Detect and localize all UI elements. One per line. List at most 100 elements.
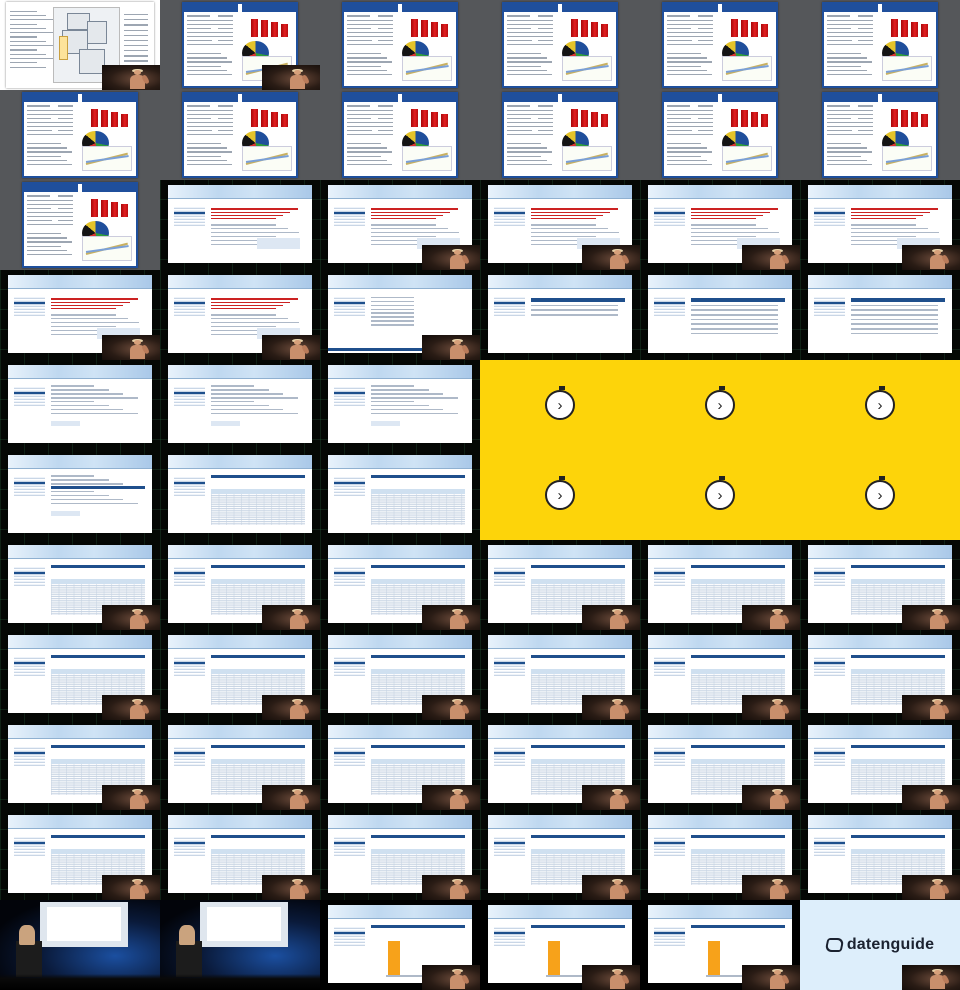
legend-line <box>124 29 149 31</box>
chart-bar <box>601 113 609 127</box>
text-line <box>347 40 372 42</box>
text-line <box>217 113 234 115</box>
chart-bar <box>891 18 898 37</box>
thumbnail-cell <box>320 0 480 90</box>
projected-slide <box>207 907 281 942</box>
text-line <box>857 113 874 115</box>
text-line <box>537 125 554 128</box>
chart-bar <box>121 113 129 127</box>
table-title-bar <box>851 745 945 749</box>
info-box <box>257 238 301 249</box>
text-line <box>10 49 38 51</box>
text-line <box>537 109 554 111</box>
text-line <box>537 130 554 132</box>
line-chart <box>562 56 612 82</box>
sidebar-nav <box>333 386 366 418</box>
form-line <box>51 502 138 505</box>
text-line <box>347 61 393 63</box>
text-line <box>857 117 874 119</box>
result-row <box>691 332 778 335</box>
text-line <box>827 163 873 165</box>
form-line <box>51 475 95 477</box>
thumbnail-cell <box>0 90 160 180</box>
table-title-bar <box>211 475 305 479</box>
thumbnail-cell <box>480 720 640 810</box>
sidebar-item <box>653 223 686 226</box>
browser-window <box>8 455 152 533</box>
list-line <box>371 312 415 314</box>
sidebar-nav <box>493 296 526 328</box>
thumbnail-cell <box>800 810 960 900</box>
text-line <box>57 130 74 132</box>
text-line <box>51 317 128 320</box>
speaker-video-inset <box>582 604 640 630</box>
notice-text <box>371 214 444 217</box>
section-header-politik <box>344 94 398 103</box>
text-line <box>851 227 928 230</box>
audience <box>160 973 320 990</box>
text-line <box>667 147 707 149</box>
chart-bar <box>111 202 119 217</box>
text-line <box>827 143 861 145</box>
text-line <box>211 325 276 328</box>
stopwatch-play-icon: › <box>705 476 735 510</box>
text-line <box>537 117 554 119</box>
text-line <box>57 195 74 197</box>
chart-bar <box>581 110 588 127</box>
text-line <box>377 130 394 132</box>
text-line <box>507 31 539 34</box>
text-line <box>827 134 860 136</box>
text-line <box>537 19 554 21</box>
text-line <box>827 105 850 107</box>
text-line <box>667 121 699 124</box>
text-line <box>217 121 234 124</box>
thumbnail-cell: › <box>640 450 800 540</box>
result-row <box>851 309 938 311</box>
section-header-wirtschaft <box>402 4 456 13</box>
text-line <box>347 73 393 75</box>
browser-window <box>168 185 312 263</box>
text-line <box>697 125 714 128</box>
table-title-bar <box>211 835 305 839</box>
text-line <box>57 203 74 205</box>
list-line <box>371 316 415 318</box>
speaker-video-inset <box>902 244 960 270</box>
speaker-video-inset <box>582 964 640 990</box>
text-line <box>507 73 553 75</box>
sidebar-nav <box>493 206 526 238</box>
browser-window <box>8 365 152 443</box>
text-line <box>57 105 74 107</box>
text-line <box>537 44 554 46</box>
site-header <box>328 365 472 380</box>
form-line <box>371 408 444 411</box>
text-line <box>187 44 220 46</box>
text-line <box>377 113 394 115</box>
audience <box>0 973 160 990</box>
chart-bar <box>431 22 439 37</box>
text-line <box>27 105 50 107</box>
podium <box>16 940 42 977</box>
form-line <box>211 400 255 403</box>
thumbnail-cell <box>0 900 160 990</box>
text-line <box>537 35 554 38</box>
text-line <box>667 134 700 136</box>
text-line <box>827 31 859 34</box>
text-line <box>57 224 74 226</box>
text-line <box>697 44 714 46</box>
chart-bar <box>761 113 769 127</box>
sidebar-nav <box>813 206 846 238</box>
datenguide-logo-text: datenguide <box>846 936 935 953</box>
data-table <box>371 494 465 526</box>
section-header-politik <box>664 94 718 103</box>
sidebar-item <box>493 583 526 586</box>
legend-line <box>124 39 149 42</box>
text-line <box>857 23 874 25</box>
text-line <box>217 117 234 119</box>
text-line <box>57 211 74 214</box>
text-line <box>57 109 74 111</box>
statistics-profile-page <box>22 182 138 268</box>
chart-bar <box>411 108 418 127</box>
section-header-wirtschaft <box>882 94 936 103</box>
text-line <box>51 325 116 328</box>
sidebar-item <box>813 853 846 856</box>
